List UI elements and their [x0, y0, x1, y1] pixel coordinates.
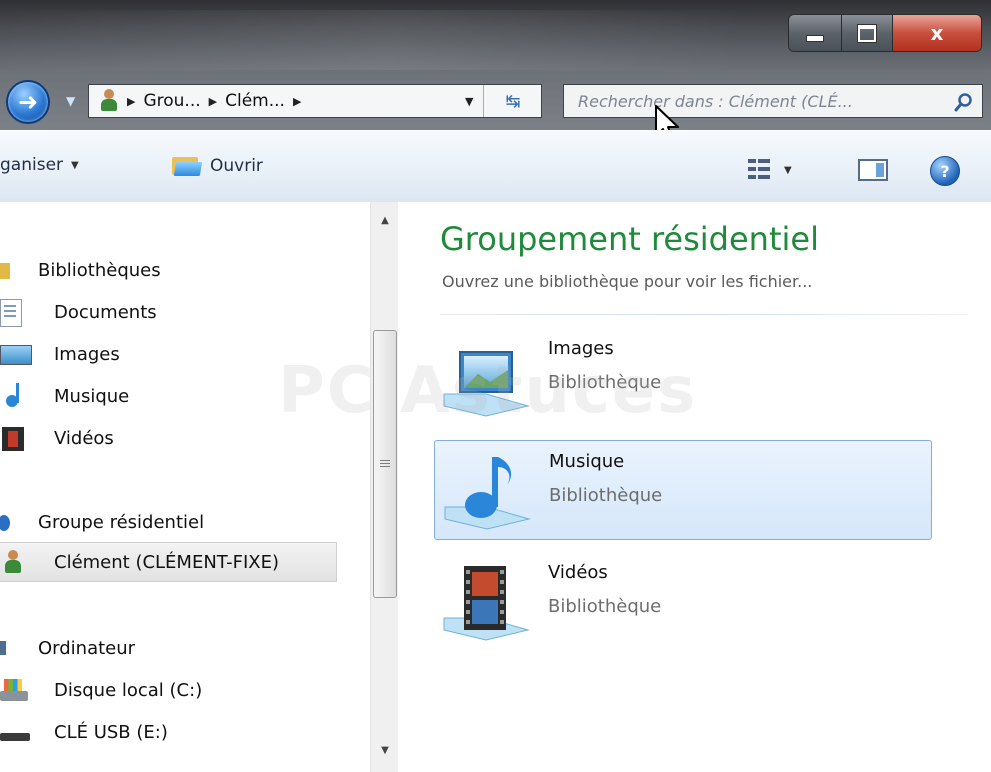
change-view-button[interactable]: ▼ [748, 159, 792, 181]
history-dropdown-icon[interactable]: ▼ [66, 94, 75, 108]
breadcrumb-separator-icon[interactable]: ▶ [293, 95, 301, 108]
nav-local-disk[interactable]: Disque local (C:) [0, 674, 202, 706]
grip-icon [380, 460, 390, 468]
library-item-videos[interactable]: Vidéos Bibliothèque [434, 552, 932, 652]
homegroup-icon [0, 507, 24, 537]
nav-label: Bibliothèques [38, 259, 161, 281]
search-input[interactable]: Rechercher dans : Clément (CLÉ... [563, 84, 983, 118]
navigation-pane: Bibliothèques Documents Images Musique V… [0, 202, 370, 772]
nav-libraries[interactable]: Bibliothèques [0, 254, 161, 286]
address-bar[interactable]: ▶ Grou... ▶ Clém... ▶ ▼ ↹ [88, 84, 542, 118]
organize-button[interactable]: ganiser ▼ [0, 155, 79, 175]
command-bar: ganiser ▼ Ouvrir ▼ ? [0, 130, 991, 204]
preview-pane-button[interactable] [858, 159, 888, 181]
maximize-icon [857, 23, 877, 43]
open-folder-icon [172, 155, 203, 177]
back-button[interactable]: ➜ [6, 80, 50, 124]
film-strip-icon [2, 423, 42, 453]
organize-label: ganiser [0, 155, 64, 175]
nav-label: Musique [54, 385, 130, 407]
nav-homegroup[interactable]: Groupe résidentiel [0, 506, 204, 538]
maximize-button[interactable] [842, 15, 893, 51]
computer-icon [0, 633, 24, 663]
usb-drive-icon [0, 717, 42, 747]
nav-computer[interactable]: Ordinateur [0, 632, 135, 664]
hard-drive-icon [0, 675, 42, 705]
minimize-icon [806, 34, 824, 42]
videos-library-icon [443, 566, 530, 641]
watermark: PC Astuces [278, 354, 698, 428]
breadcrumb-separator-icon[interactable]: ▶ [127, 95, 135, 108]
breadcrumb-item[interactable]: Clém... [225, 91, 285, 111]
library-type: Bibliothèque [548, 596, 662, 617]
nav-label: Vidéos [54, 427, 114, 449]
content-pane: Groupement résidentiel Ouvrez une biblio… [398, 202, 991, 772]
nav-label: Clément (CLÉMENT-FIXE) [54, 551, 280, 573]
title-bar[interactable]: x [0, 0, 991, 70]
images-icon [0, 339, 42, 369]
nav-label: Documents [54, 301, 157, 323]
search-placeholder: Rechercher dans : Clément (CLÉ... [578, 91, 853, 111]
page-title: Groupement résidentiel [440, 220, 819, 258]
library-type: Bibliothèque [549, 485, 663, 506]
user-icon [5, 547, 42, 577]
libraries-icon [0, 255, 24, 285]
caption-buttons: x [788, 14, 982, 52]
explorer-window: x ➜ ▼ ▶ Grou... ▶ Clém... ▶ ▼ ↹ Recherch… [0, 0, 991, 772]
scroll-up-icon[interactable]: ▲ [371, 206, 399, 234]
nav-label: Images [54, 343, 120, 365]
library-name: Musique [549, 451, 625, 472]
close-icon: x [930, 21, 944, 45]
nav-label: Ordinateur [38, 637, 136, 659]
nav-videos[interactable]: Vidéos [0, 422, 114, 454]
music-note-icon [6, 381, 42, 411]
nav-scrollbar[interactable]: ▲ ▼ [370, 202, 400, 772]
page-subtitle: Ouvrez une bibliothèque pour voir les fi… [442, 272, 813, 291]
music-library-icon [444, 457, 531, 530]
minimize-button[interactable] [789, 15, 842, 51]
divider [440, 314, 968, 315]
chevron-down-icon: ▼ [71, 159, 79, 171]
nav-label: CLÉ USB (E:) [54, 721, 168, 743]
breadcrumb-separator-icon[interactable]: ▶ [209, 95, 217, 108]
open-label: Ouvrir [210, 156, 263, 176]
nav-homegroup-member[interactable]: Clément (CLÉMENT-FIXE) [0, 542, 337, 582]
help-button[interactable]: ? [930, 156, 960, 186]
address-dropdown-icon[interactable]: ▼ [465, 95, 473, 108]
back-arrow-icon: ➜ [17, 88, 39, 116]
nav-usb-drive[interactable]: CLÉ USB (E:) [0, 716, 168, 748]
view-details-icon [748, 159, 770, 181]
address-row: ➜ ▼ ▶ Grou... ▶ Clém... ▶ ▼ ↹ Rechercher… [0, 70, 991, 130]
open-button[interactable]: Ouvrir [172, 155, 263, 177]
refresh-button[interactable]: ↹ [483, 85, 542, 117]
search-icon[interactable] [954, 92, 974, 112]
nav-music[interactable]: Musique [0, 380, 129, 412]
close-button[interactable]: x [893, 15, 981, 51]
nav-label: Groupe résidentiel [38, 511, 205, 533]
scroll-down-icon[interactable]: ▼ [371, 736, 399, 764]
nav-images[interactable]: Images [0, 338, 120, 370]
library-item-music[interactable]: Musique Bibliothèque [434, 440, 932, 540]
nav-documents[interactable]: Documents [0, 296, 157, 328]
homegroup-user-icon [99, 89, 119, 113]
help-icon: ? [940, 161, 950, 181]
nav-label: Disque local (C:) [54, 679, 203, 701]
refresh-icon: ↹ [505, 90, 521, 112]
document-icon [0, 297, 42, 327]
breadcrumb-item[interactable]: Grou... [143, 91, 200, 111]
library-name: Vidéos [548, 562, 608, 583]
chevron-down-icon: ▼ [784, 164, 792, 176]
